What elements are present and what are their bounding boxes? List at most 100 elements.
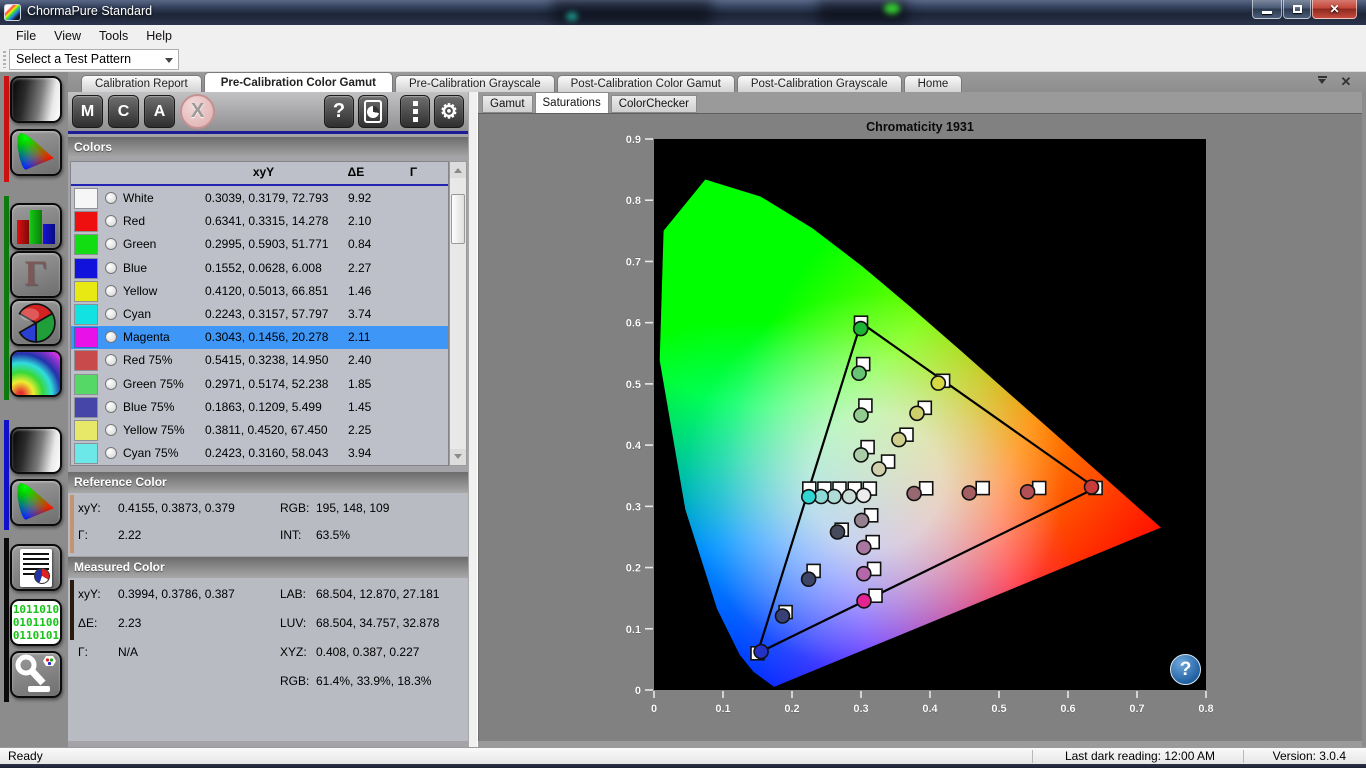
scroll-down-button[interactable] [450, 449, 466, 465]
radio-button[interactable] [105, 424, 117, 436]
radio-button[interactable] [105, 262, 117, 274]
minimize-icon [1262, 11, 1272, 14]
measured-marker [827, 490, 841, 504]
subtab-saturations[interactable]: Saturations [535, 92, 609, 113]
tab-post-calibration-grayscale[interactable]: Post-Calibration Grayscale [737, 75, 902, 92]
color-swatch [75, 259, 97, 278]
svg-text:0.2: 0.2 [626, 563, 641, 575]
color-row-cyan-75[interactable]: Cyan 75%0.2423, 0.3160, 58.0433.94 [71, 442, 448, 465]
color-row-cyan[interactable]: Cyan0.2243, 0.3157, 57.7973.74 [71, 303, 448, 326]
title-bar: ChormaPure Standard ✕ [0, 0, 1366, 25]
toolbar-row: Select a Test Pattern [0, 47, 1366, 72]
tab-list-dropdown-button[interactable] [1314, 75, 1330, 89]
measured-marker [872, 462, 886, 476]
raw-data-button[interactable]: 101101001011000110101 [10, 599, 62, 646]
status-version: Version: 3.0.4 [1252, 749, 1358, 764]
toolbar-grip[interactable] [3, 51, 6, 68]
svg-text:0.6: 0.6 [626, 318, 641, 330]
field-label: RGB: [280, 501, 309, 515]
measure-button-c[interactable]: C [108, 95, 139, 128]
svg-text:0.8: 0.8 [1198, 703, 1213, 715]
svg-text:0.8: 0.8 [626, 195, 641, 207]
radio-button[interactable] [105, 378, 117, 390]
color-row-magenta[interactable]: Magenta0.3043, 0.1456, 20.2782.11 [71, 326, 448, 349]
post-grayscale-button[interactable] [10, 427, 62, 474]
measure-button-m[interactable]: M [72, 95, 103, 128]
svg-text:0.7: 0.7 [626, 256, 641, 268]
radio-button[interactable] [105, 238, 117, 250]
color-row-red[interactable]: Red0.6341, 0.3315, 14.2782.10 [71, 210, 448, 233]
restore-button[interactable] [1283, 0, 1311, 19]
field-label: INT: [280, 528, 301, 542]
settings-button[interactable]: ⚙ [434, 95, 464, 128]
radio-button[interactable] [105, 308, 117, 320]
svg-text:0: 0 [635, 685, 641, 697]
menu-item-file[interactable]: File [7, 25, 45, 47]
radio-button[interactable] [105, 331, 117, 343]
menu-item-help[interactable]: Help [137, 25, 181, 47]
document-chart-icon [20, 549, 52, 587]
measured-marker [1085, 480, 1099, 494]
pre-gamut-button[interactable] [10, 129, 62, 176]
radio-button[interactable] [105, 447, 117, 459]
color-swatch [75, 351, 97, 370]
panel-splitter[interactable] [468, 92, 478, 747]
measure-button-a[interactable]: A [144, 95, 175, 128]
menu-item-tools[interactable]: Tools [90, 25, 137, 47]
tab-pre-calibration-grayscale[interactable]: Pre-Calibration Grayscale [395, 75, 555, 92]
minimize-button[interactable] [1252, 0, 1282, 19]
menu-bar: FileViewToolsHelp [0, 25, 1366, 47]
color-row-green-75[interactable]: Green 75%0.2971, 0.5174, 52.2381.85 [71, 373, 448, 396]
test-pattern-select[interactable]: Select a Test Pattern [9, 49, 179, 70]
panel-toolbar-right: ? ⚙ [320, 95, 464, 128]
radio-button[interactable] [105, 401, 117, 413]
status-bar: Ready Last dark reading: 12:00 AM Versio… [0, 747, 1366, 764]
subtab-colorchecker[interactable]: ColorChecker [611, 95, 697, 113]
color-row-white[interactable]: White0.3039, 0.3179, 72.7939.92 [71, 187, 448, 210]
measured-marker [855, 513, 869, 527]
colors-table-header: xyY ΔE Γ [71, 162, 448, 185]
post-gamut-button[interactable] [10, 479, 62, 526]
radio-button[interactable] [105, 354, 117, 366]
radio-button[interactable] [105, 285, 117, 297]
color-row-green[interactable]: Green0.2995, 0.5903, 51.7710.84 [71, 233, 448, 256]
scroll-up-button[interactable] [450, 162, 466, 178]
subtab-gamut[interactable]: Gamut [482, 95, 533, 113]
chart-help-button[interactable]: ? [1170, 654, 1201, 685]
field-value: 195, 148, 109 [316, 501, 389, 515]
scrollbar-thumb[interactable] [451, 194, 465, 244]
tab-pre-calibration-color-gamut[interactable]: Pre-Calibration Color Gamut [204, 72, 393, 92]
timer-button[interactable] [358, 95, 388, 128]
help-button[interactable]: ? [324, 95, 354, 128]
options-button[interactable] [400, 95, 430, 128]
color-analysis-button[interactable] [10, 350, 62, 397]
color-row-blue-75[interactable]: Blue 75%0.1863, 0.1209, 5.4991.45 [71, 396, 448, 419]
color-xyy-value: 0.2243, 0.3157, 57.797 [205, 307, 328, 321]
color-row-yellow[interactable]: Yellow0.4120, 0.5013, 66.8511.46 [71, 280, 448, 303]
colors-scrollbar[interactable] [449, 161, 467, 466]
pre-grayscale-button[interactable] [10, 76, 62, 123]
rgb-levels-button[interactable] [10, 203, 62, 250]
color-decoder-button[interactable] [10, 299, 62, 346]
tab-calibration-report[interactable]: Calibration Report [81, 75, 202, 92]
meter-button[interactable] [10, 651, 62, 698]
color-row-red-75[interactable]: Red 75%0.5415, 0.3238, 14.9502.40 [71, 349, 448, 372]
color-row-blue[interactable]: Blue0.1552, 0.0628, 6.0082.27 [71, 257, 448, 280]
timer-icon [364, 100, 382, 123]
measured-marker [754, 645, 768, 659]
close-window-button[interactable]: ✕ [1312, 0, 1357, 19]
menu-item-view[interactable]: View [45, 25, 90, 47]
color-swatch [75, 398, 97, 417]
tab-post-calibration-color-gamut[interactable]: Post-Calibration Color Gamut [557, 75, 735, 92]
radio-button[interactable] [105, 215, 117, 227]
radio-button[interactable] [105, 192, 117, 204]
gamma-button[interactable]: Γ [10, 251, 62, 298]
report-button[interactable] [10, 544, 62, 591]
color-de-value: 3.94 [348, 446, 371, 460]
tab-home[interactable]: Home [904, 75, 963, 92]
abort-button[interactable]: X [180, 94, 215, 129]
abort-x-icon: X [191, 100, 204, 123]
tab-close-button[interactable]: ✕ [1338, 75, 1354, 89]
color-row-yellow-75[interactable]: Yellow 75%0.3811, 0.4520, 67.4502.25 [71, 419, 448, 442]
close-icon: ✕ [1341, 74, 1352, 90]
